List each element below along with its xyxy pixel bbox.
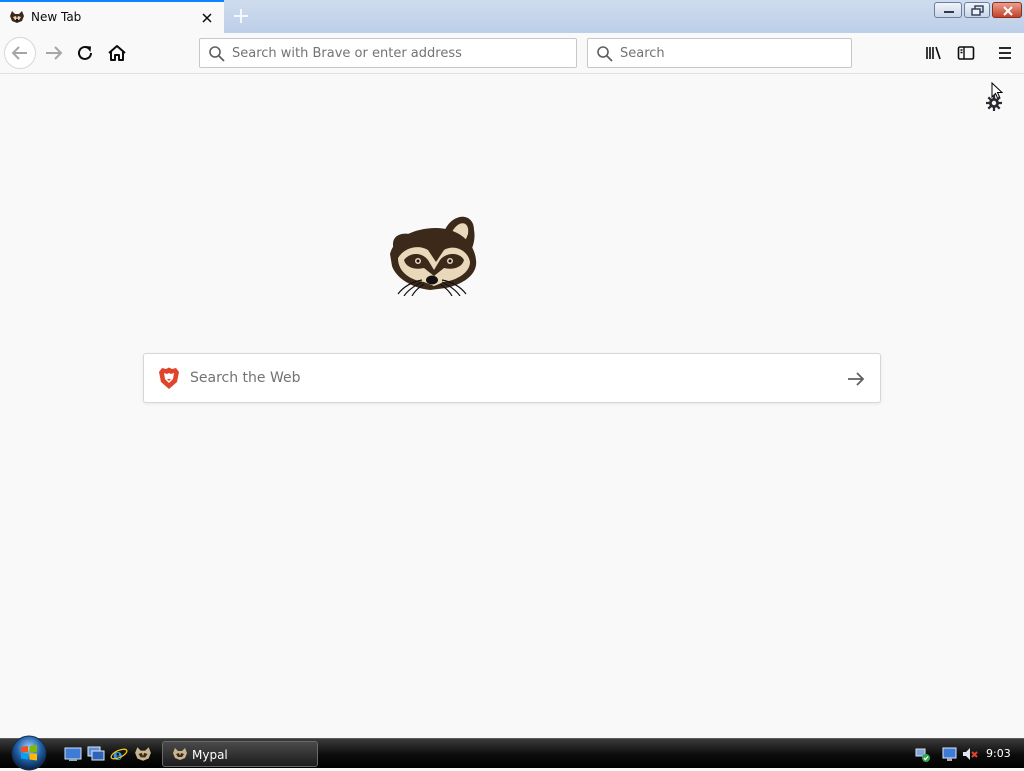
volume-muted-icon[interactable]: [961, 745, 979, 763]
library-icon: [926, 46, 941, 60]
start-orb[interactable]: [9, 735, 49, 771]
address-input[interactable]: [232, 43, 568, 63]
forward-button[interactable]: [38, 37, 70, 69]
settings-gear-icon[interactable]: [985, 94, 1003, 112]
restore-button[interactable]: [964, 2, 990, 18]
windows-taskbar: e Mypal 9:03: [0, 735, 1024, 771]
network-icon[interactable]: [914, 745, 932, 763]
menu-button[interactable]: [993, 41, 1017, 65]
brave-lion-icon: [159, 367, 179, 389]
tab-title: New Tab: [31, 10, 82, 24]
library-button[interactable]: [922, 41, 946, 65]
mypal-raccoon-icon: [173, 748, 187, 760]
internet-explorer-icon[interactable]: e: [110, 746, 128, 762]
web-search-input[interactable]: [190, 367, 830, 389]
monitor-icon[interactable]: [941, 745, 959, 763]
sidebar-button[interactable]: [954, 41, 978, 65]
close-window-icon: [1003, 6, 1013, 16]
search-bar[interactable]: [587, 38, 852, 68]
minimize-icon: [944, 11, 954, 13]
home-button[interactable]: [101, 37, 133, 69]
navigation-toolbar: [0, 33, 1024, 74]
new-tab-page: [0, 74, 1024, 738]
sidebar-icon: [957, 46, 975, 60]
reload-button[interactable]: [70, 37, 102, 69]
system-clock[interactable]: 9:03: [986, 747, 1011, 760]
address-bar[interactable]: [199, 38, 577, 68]
home-icon: [108, 45, 126, 61]
search-input[interactable]: [620, 43, 843, 63]
search-go-arrow-icon[interactable]: [844, 367, 868, 391]
reload-icon: [78, 45, 92, 60]
show-desktop-icon[interactable]: [64, 746, 82, 762]
taskbar-item-label: Mypal: [192, 748, 228, 762]
forward-arrow-icon: [46, 46, 63, 60]
new-tab-plus-icon[interactable]: [231, 6, 251, 26]
hamburger-menu-icon: [999, 47, 1011, 59]
web-search-box[interactable]: [143, 353, 881, 403]
mypal-raccoon-icon: [10, 11, 24, 23]
switch-windows-icon[interactable]: [87, 746, 105, 762]
tab-new-tab[interactable]: New Tab: [0, 0, 224, 33]
mypal-quicklaunch-icon[interactable]: [134, 746, 152, 762]
search-icon: [597, 46, 613, 62]
taskbar-item-mypal[interactable]: Mypal: [162, 741, 318, 767]
mypal-raccoon-logo: [390, 216, 477, 296]
close-tab-icon[interactable]: [199, 10, 215, 26]
minimize-button[interactable]: [934, 2, 962, 18]
tab-strip: New Tab: [0, 0, 1024, 33]
restore-icon: [971, 5, 984, 16]
window-close-button[interactable]: [992, 2, 1022, 18]
svg-text:e: e: [113, 746, 123, 762]
back-arrow-icon: [11, 46, 27, 60]
back-button[interactable]: [4, 37, 36, 69]
search-icon: [209, 46, 225, 62]
